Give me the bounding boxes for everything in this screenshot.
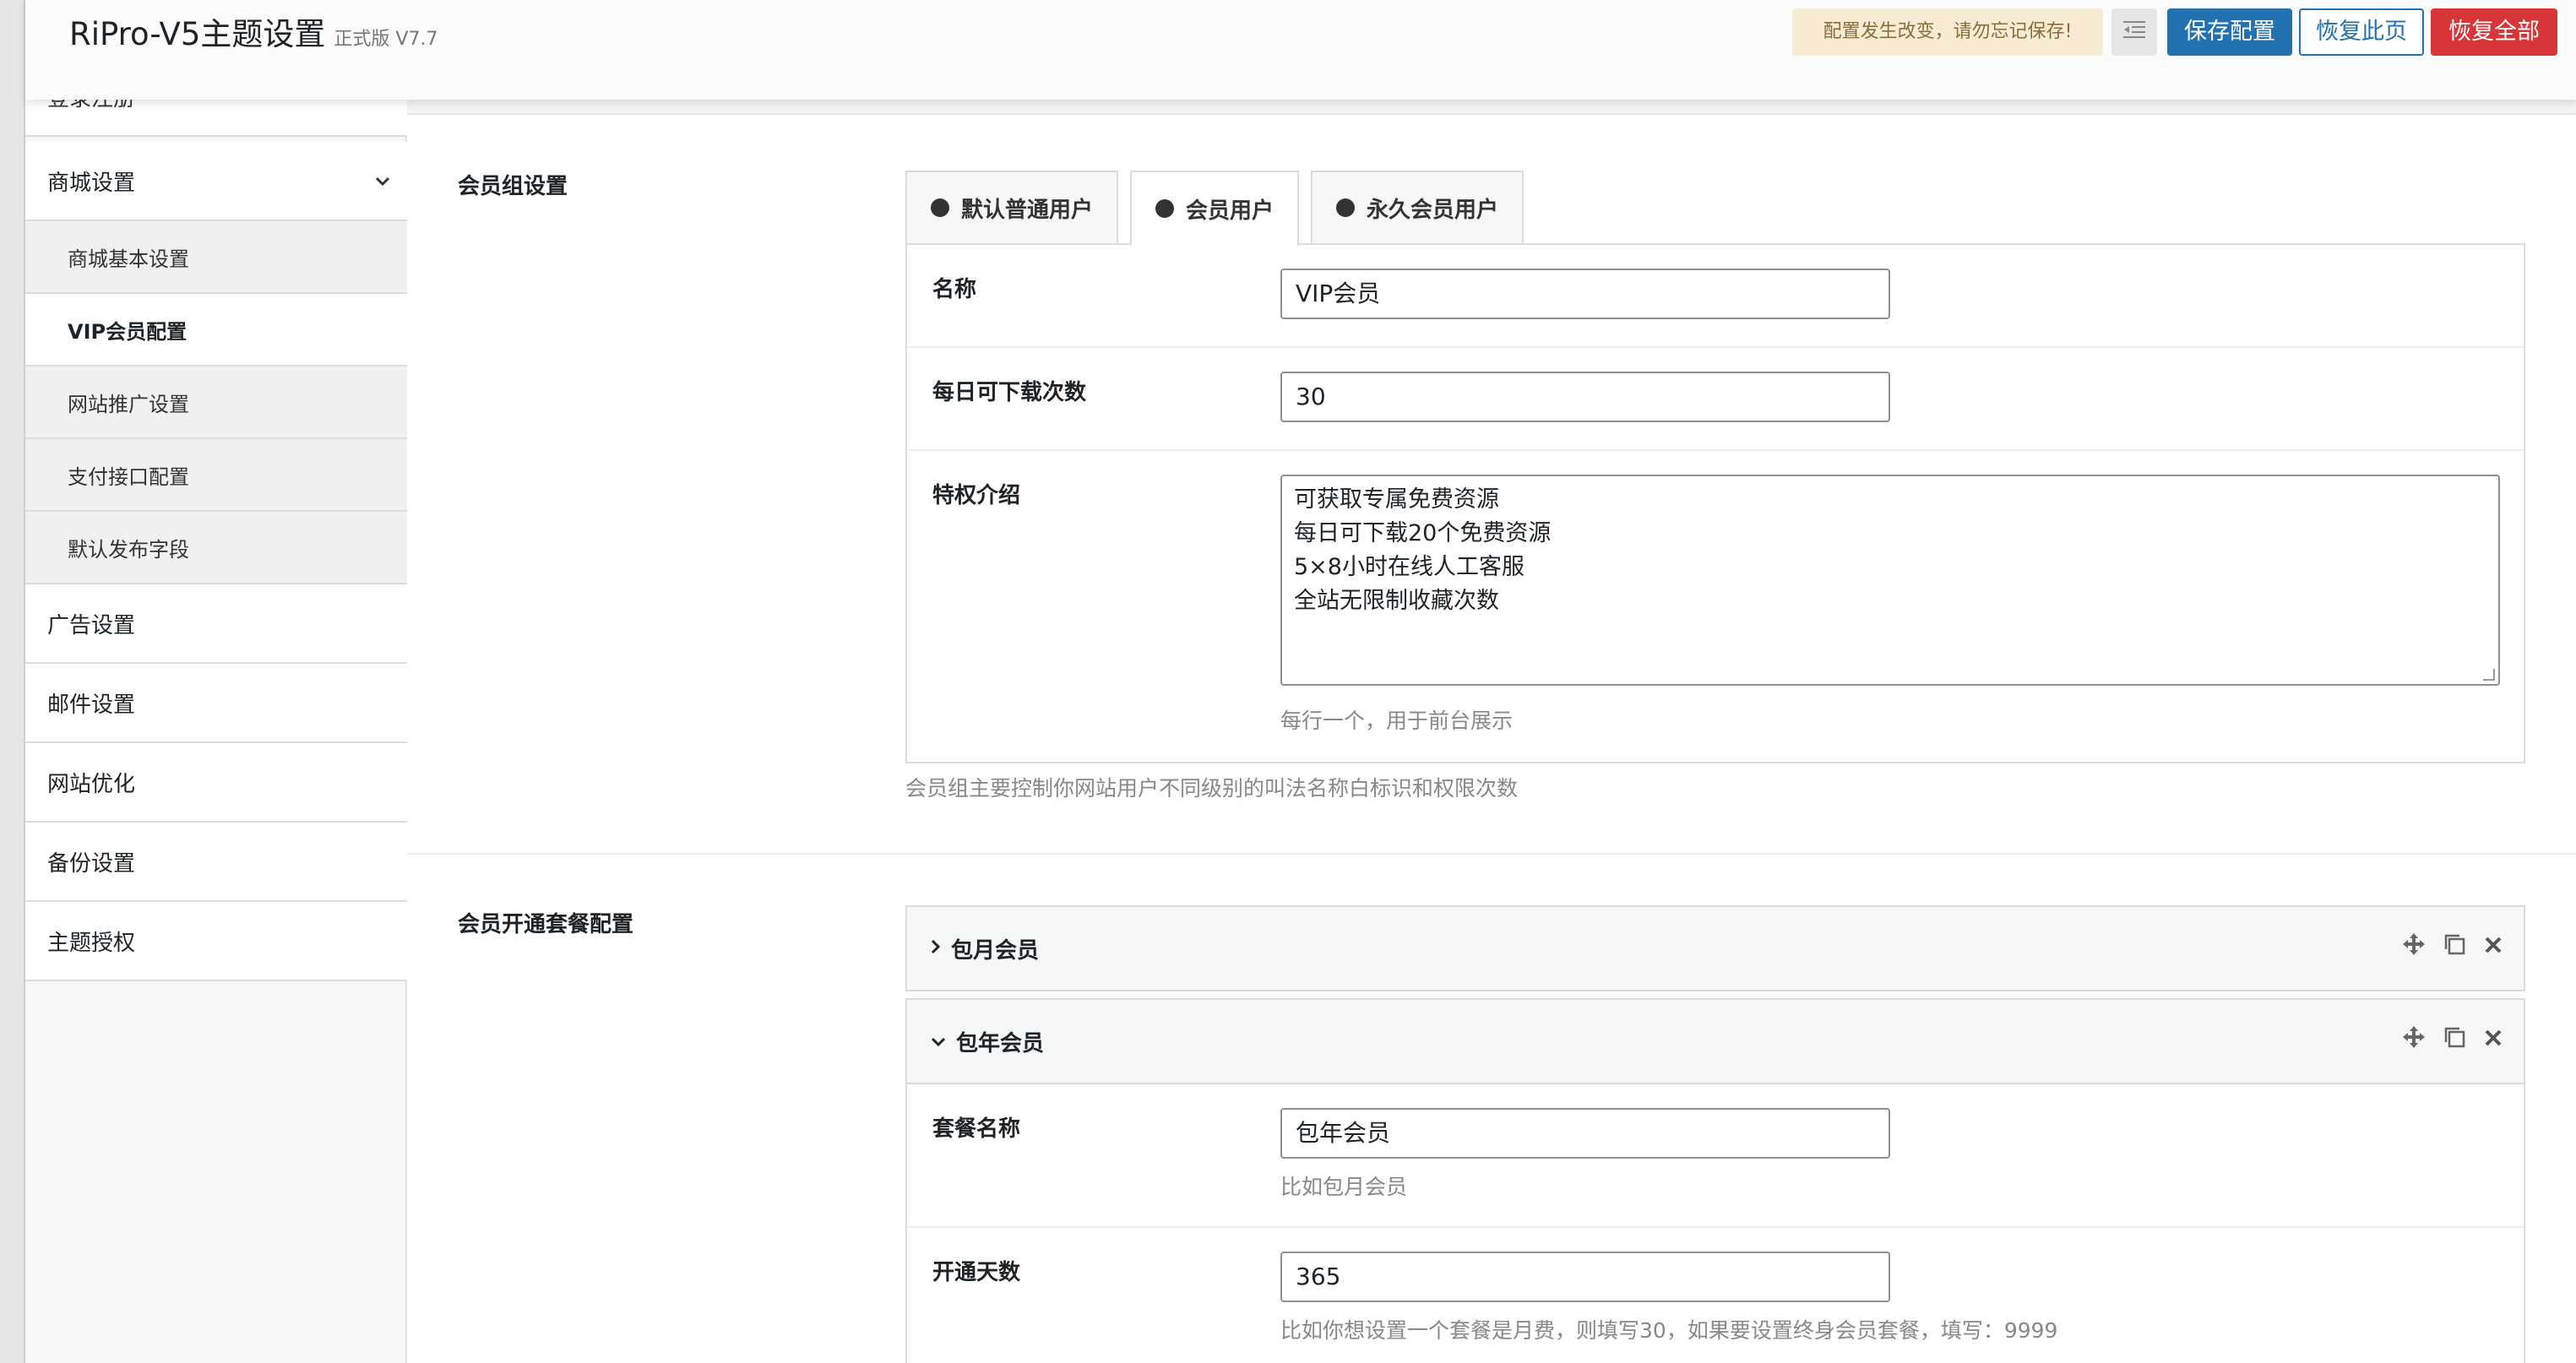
section-divider xyxy=(407,853,2576,855)
chevron-right-icon xyxy=(931,938,941,958)
collapse-menu-button[interactable] xyxy=(2111,8,2157,56)
privilege-line: 5×8小时在线人工客服 xyxy=(1294,554,1524,580)
package-days-help: 比如你想设置一个套餐是月费，则填写30，如果要设置终身会员套餐，填写：9999 xyxy=(1280,1318,2058,1343)
restore-all-button[interactable]: 恢复全部 xyxy=(2431,8,2557,56)
sidebar-sub-promotion[interactable]: 网站推广设置 xyxy=(25,367,407,439)
move-icon[interactable] xyxy=(2402,1025,2426,1056)
save-button[interactable]: 保存配置 xyxy=(2167,8,2292,56)
sidebar-item-ads[interactable]: 广告设置 xyxy=(25,584,407,664)
chevron-down-icon xyxy=(931,1031,946,1051)
tab-vip-user[interactable]: 会员用户 xyxy=(1130,171,1300,247)
sidebar-item-label: 商城设置 xyxy=(47,170,136,196)
downloads-label: 每日可下载次数 xyxy=(932,380,1087,405)
row-divider xyxy=(907,1226,2524,1228)
circle-icon xyxy=(1155,199,1174,218)
version-label: 正式版 V7.7 xyxy=(334,29,438,50)
package-days-label: 开通天数 xyxy=(932,1260,1021,1285)
privilege-help: 每行一个，用于前台展示 xyxy=(1280,709,1514,733)
sidebar-item-backup[interactable]: 备份设置 xyxy=(25,823,407,902)
sidebar-item-license[interactable]: 主题授权 xyxy=(25,902,407,981)
privilege-label: 特权介绍 xyxy=(932,483,1021,508)
tab-label: 永久会员用户 xyxy=(1367,197,1499,223)
package-yearly-body: 套餐名称 包年会员 比如包月会员 开通天数 365 比如你想设置一个套餐是月费，… xyxy=(905,1084,2525,1363)
row-divider xyxy=(907,346,2524,348)
row-divider xyxy=(907,449,2524,451)
privilege-line: 每日可下载20个免费资源 xyxy=(1294,520,1552,546)
unsaved-notice: 配置发生改变，请勿忘记保存! xyxy=(1792,8,2103,56)
close-icon[interactable] xyxy=(2483,932,2503,962)
member-group-panel: 名称 VIP会员 每日可下载次数 30 特权介绍 可获取专属免费资源 每日可下载… xyxy=(905,243,2525,763)
chevron-down-icon xyxy=(375,171,390,192)
close-icon[interactable] xyxy=(2483,1025,2503,1055)
privilege-line: 可获取专属免费资源 xyxy=(1294,486,1499,513)
sidebar-sub-payment[interactable]: 支付接口配置 xyxy=(25,439,407,512)
tab-lifetime-user[interactable]: 永久会员用户 xyxy=(1311,171,1524,245)
privilege-textarea[interactable]: 可获取专属免费资源 每日可下载20个免费资源 5×8小时在线人工客服 全站无限制… xyxy=(1280,475,2500,686)
package-name-label: 套餐名称 xyxy=(932,1116,1021,1142)
settings-header: RiPro-V5主题设置 正式版 V7.7 配置发生改变，请勿忘记保存! 保存配置… xyxy=(25,0,2576,100)
package-name-help: 比如包月会员 xyxy=(1280,1175,1408,1199)
name-label: 名称 xyxy=(932,277,977,302)
tab-label: 会员用户 xyxy=(1186,198,1274,224)
sidebar-sub-publish-fields[interactable]: 默认发布字段 xyxy=(25,512,407,584)
sidebar-item-login[interactable]: 登录注册 xyxy=(25,95,407,137)
privilege-line: 全站无限制收藏次数 xyxy=(1294,588,1499,614)
name-input[interactable]: VIP会员 xyxy=(1280,269,1890,319)
sidebar-sub-mall-basic[interactable]: 商城基本设置 xyxy=(25,221,407,294)
member-group-help: 会员组主要控制你网站用户不同级别的叫法名称白标识和权限次数 xyxy=(905,776,1519,801)
package-name-input[interactable]: 包年会员 xyxy=(1280,1108,1890,1159)
window-edge xyxy=(0,0,25,1363)
copy-icon[interactable] xyxy=(2443,1025,2466,1056)
tab-label: 默认普通用户 xyxy=(961,197,1094,223)
packages-label: 会员开通套餐配置 xyxy=(458,912,634,937)
sidebar-sub-vip-config[interactable]: VIP会员配置 xyxy=(25,294,407,367)
package-days-input[interactable]: 365 xyxy=(1280,1252,1890,1302)
sidebar-item-mall[interactable]: 商城设置 xyxy=(25,142,407,221)
indent-icon xyxy=(2123,19,2145,45)
package-item-monthly[interactable]: 包月会员 xyxy=(905,905,2525,991)
page-title: RiPro-V5主题设置 正式版 V7.7 xyxy=(69,8,437,54)
sidebar-item-seo[interactable]: 网站优化 xyxy=(25,743,407,823)
package-title: 包年会员 xyxy=(956,1030,1045,1056)
package-item-yearly[interactable]: 包年会员 xyxy=(905,998,2525,1084)
copy-icon[interactable] xyxy=(2443,932,2466,963)
theme-title: RiPro-V5主题设置 xyxy=(69,16,326,52)
member-group-label: 会员组设置 xyxy=(458,174,568,199)
move-icon[interactable] xyxy=(2402,932,2426,963)
package-header[interactable]: 包月会员 xyxy=(931,907,1039,990)
restore-page-button[interactable]: 恢复此页 xyxy=(2299,8,2424,56)
package-header[interactable]: 包年会员 xyxy=(931,1000,1044,1083)
top-divider xyxy=(407,100,2576,115)
main-content: 会员组设置 默认普通用户 会员用户 永久会员用户 名称 VIP会员 每日可下载次… xyxy=(407,100,2576,1363)
sidebar: 登录注册 商城设置 商城基本设置 VIP会员配置 网站推广设置 支付接口配置 默… xyxy=(25,95,407,1363)
package-title: 包月会员 xyxy=(951,937,1040,964)
sidebar-item-mail[interactable]: 邮件设置 xyxy=(25,664,407,743)
resize-handle-icon[interactable] xyxy=(2483,669,2495,681)
circle-icon xyxy=(1336,198,1355,217)
tab-default-user[interactable]: 默认普通用户 xyxy=(905,171,1119,245)
circle-icon xyxy=(931,198,949,217)
downloads-input[interactable]: 30 xyxy=(1280,372,1890,422)
